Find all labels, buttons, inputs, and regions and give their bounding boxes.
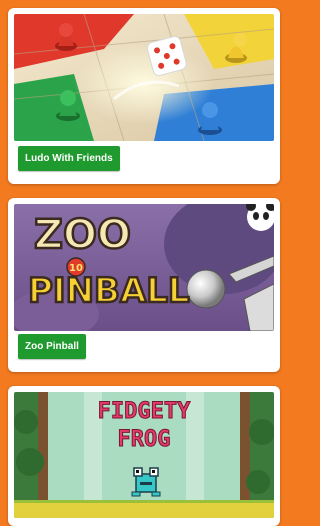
svg-text:FIDGETY: FIDGETY: [98, 399, 191, 424]
game-title-button[interactable]: Ludo With Friends: [18, 146, 120, 171]
zoo-pinball-thumbnail[interactable]: ZOO 10 PINBALL: [14, 204, 274, 331]
game-title-button[interactable]: Zoo Pinball: [18, 334, 86, 359]
svg-text:PINBALL: PINBALL: [28, 271, 190, 311]
fidgety-frog-thumbnail[interactable]: FIDGETY FROG: [14, 392, 274, 518]
game-card-fidgety-frog[interactable]: FIDGETY FROG: [8, 386, 280, 526]
game-card-ludo[interactable]: Ludo With Friends: [8, 8, 280, 184]
game-card-zoo-pinball[interactable]: ZOO 10 PINBALL Zoo Pinball: [8, 198, 280, 372]
svg-text:FROG: FROG: [118, 427, 171, 452]
svg-text:ZOO: ZOO: [34, 212, 131, 258]
ludo-thumbnail[interactable]: [14, 14, 274, 141]
